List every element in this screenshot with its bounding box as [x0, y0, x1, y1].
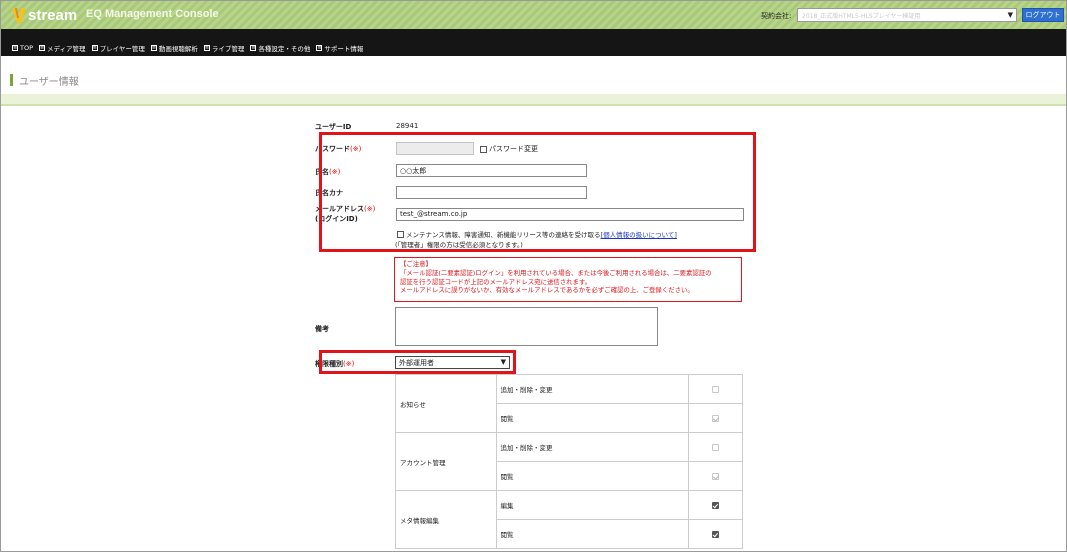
menu-bullet-icon: ≡: [91, 45, 98, 51]
table-row: お知らせ 追加・削除・変更: [395, 374, 744, 433]
highlight-box-role: [319, 350, 516, 374]
menu-bullet-icon: ≡: [39, 45, 46, 51]
console-title: EQ Management Console: [86, 8, 219, 20]
nav-item-analytics[interactable]: ≡ 動画視聴解析: [150, 43, 198, 53]
permission-checkbox: [711, 472, 719, 480]
email-notice: 【ご注意】 「メール認証(二要素認証)ログイン」を利用されている場合、または今後…: [394, 257, 742, 302]
permission-action: 閲覧: [495, 519, 689, 549]
highlight-box-required-fields: [319, 132, 756, 252]
menu-bullet-icon: ≡: [316, 45, 323, 51]
chevron-down-icon: ▼: [1007, 11, 1013, 19]
nav-item-top[interactable]: ≡ TOP: [12, 43, 33, 53]
permission-checkbox[interactable]: [711, 530, 719, 538]
nav-item-media[interactable]: ≡ メディア管理: [39, 43, 86, 53]
permission-action: 閲覧: [495, 403, 689, 433]
permission-action: 閲覧: [495, 461, 689, 491]
contract-label: 契約会社:: [761, 12, 792, 20]
logo[interactable]: stream: [11, 5, 77, 25]
contract-select[interactable]: 2018_正式版HTML5-HLSプレイヤー検証用 ▼: [797, 8, 1017, 22]
main-nav: ≡ TOP ≡ メディア管理 ≡ プレイヤー管理 ≡ 動画視聴解析 ≡ ライブ管理 ≡ 各種…: [1, 29, 1066, 56]
table-row: メタ情報編集 編集: [395, 490, 744, 549]
permission-category: お知らせ: [395, 374, 497, 433]
page-header: ユーザー情報: [1, 65, 1066, 95]
menu-bullet-icon: ≡: [250, 45, 257, 51]
nav-item-player[interactable]: ≡ プレイヤー管理: [91, 43, 145, 53]
permission-action: 編集: [495, 490, 689, 520]
page-title: ユーザー情報: [19, 77, 79, 88]
permission-action: 追加・削除・変更: [495, 432, 689, 462]
logout-button[interactable]: ログアウト: [1022, 8, 1064, 22]
nav-item-settings[interactable]: ≡ 各種設定・その他: [250, 43, 310, 53]
permission-checkbox[interactable]: [711, 501, 719, 509]
permission-action: 追加・削除・変更: [495, 374, 689, 404]
title-accent-bar: [10, 74, 13, 86]
top-header: stream EQ Management Console 契約会社: 2018_…: [1, 1, 1066, 29]
menu-bullet-icon: ≡: [203, 45, 210, 51]
permission-category: メタ情報編集: [395, 490, 497, 549]
menu-bullet-icon: ≡: [150, 45, 157, 51]
nav-item-live[interactable]: ≡ ライブ管理: [203, 43, 244, 53]
user-id-value: 28941: [396, 122, 419, 130]
nav-item-support[interactable]: ≡ サポート情報: [316, 43, 363, 53]
ustream-logo-icon: [12, 8, 26, 23]
table-row: アカウント管理 追加・削除・変更: [395, 432, 744, 491]
remarks-textarea[interactable]: [395, 307, 658, 346]
window: stream EQ Management Console 契約会社: 2018_…: [0, 0, 1067, 552]
permissions-table: お知らせ 追加・削除・変更 閲覧 アカウント管理 追加・削除・変更 閲覧 メタ情…: [395, 374, 744, 549]
remarks-label: 備考: [315, 325, 329, 333]
permission-checkbox[interactable]: [711, 443, 719, 451]
logo-text: stream: [28, 6, 78, 24]
menu-bullet-icon: ≡: [12, 45, 18, 51]
permission-category: アカウント管理: [395, 432, 497, 491]
divider-line: [1, 104, 1066, 106]
user-id-label: ユーザーID: [315, 123, 352, 131]
permission-checkbox: [711, 414, 719, 422]
permission-checkbox[interactable]: [711, 385, 719, 393]
contract-select-value: 2018_正式版HTML5-HLSプレイヤー検証用: [802, 13, 921, 20]
